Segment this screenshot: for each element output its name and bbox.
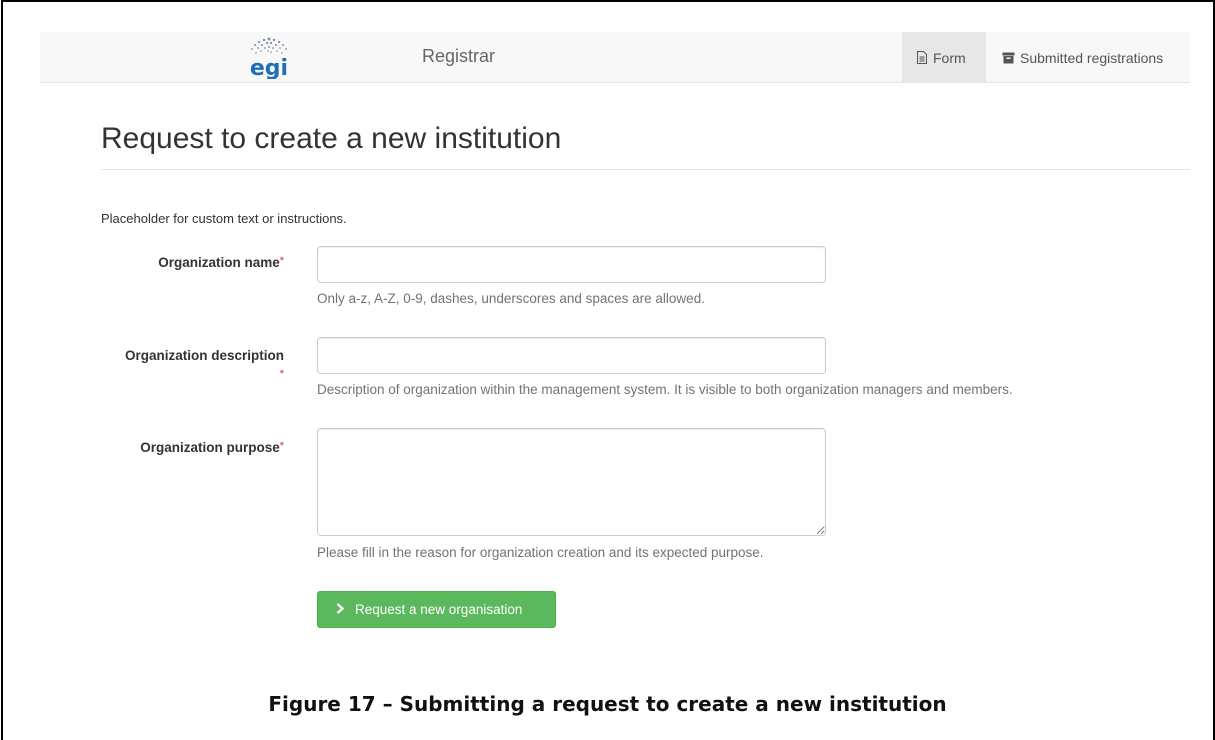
organization-description-input[interactable] [317, 337, 826, 374]
navbar: egi Registrar Form Submitted registratio… [40, 32, 1190, 83]
nav-tab-form[interactable]: Form [902, 32, 986, 83]
organization-name-input[interactable] [317, 246, 826, 283]
page-title: Request to create a new institution [101, 122, 562, 155]
app-brand[interactable]: Registrar [422, 46, 495, 67]
request-new-organisation-button[interactable]: Request a new organisation [317, 591, 556, 628]
required-marker: * [279, 255, 284, 267]
organization-description-help: Description of organization within the m… [317, 382, 1013, 397]
svg-text:egi: egi [250, 56, 288, 79]
organization-purpose-textarea[interactable] [317, 428, 826, 536]
figure-caption: Figure 17 – Submitting a request to crea… [268, 692, 947, 716]
egi-logo[interactable]: egi [238, 35, 300, 81]
document-icon [916, 51, 928, 64]
intro-text: Placeholder for custom text or instructi… [101, 211, 347, 226]
organization-name-help: Only a-z, A-Z, 0-9, dashes, underscores … [317, 291, 705, 306]
organization-description-label: Organization description * [124, 348, 284, 380]
required-marker: * [279, 440, 284, 452]
nav-tab-submitted-registrations-label: Submitted registrations [1020, 49, 1164, 66]
organization-name-label: Organization name* [158, 255, 284, 270]
submit-button-label: Request a new organisation [355, 602, 523, 617]
organization-purpose-label: Organization purpose* [140, 440, 284, 455]
chevron-right-icon [336, 602, 345, 617]
required-marker: * [279, 368, 284, 380]
title-divider [101, 169, 1190, 170]
archive-box-icon [1002, 52, 1015, 64]
nav-tab-submitted-registrations[interactable]: Submitted registrations [988, 32, 1190, 83]
nav-tab-form-label: Form [933, 49, 966, 66]
organization-purpose-help: Please fill in the reason for organizati… [317, 545, 764, 560]
